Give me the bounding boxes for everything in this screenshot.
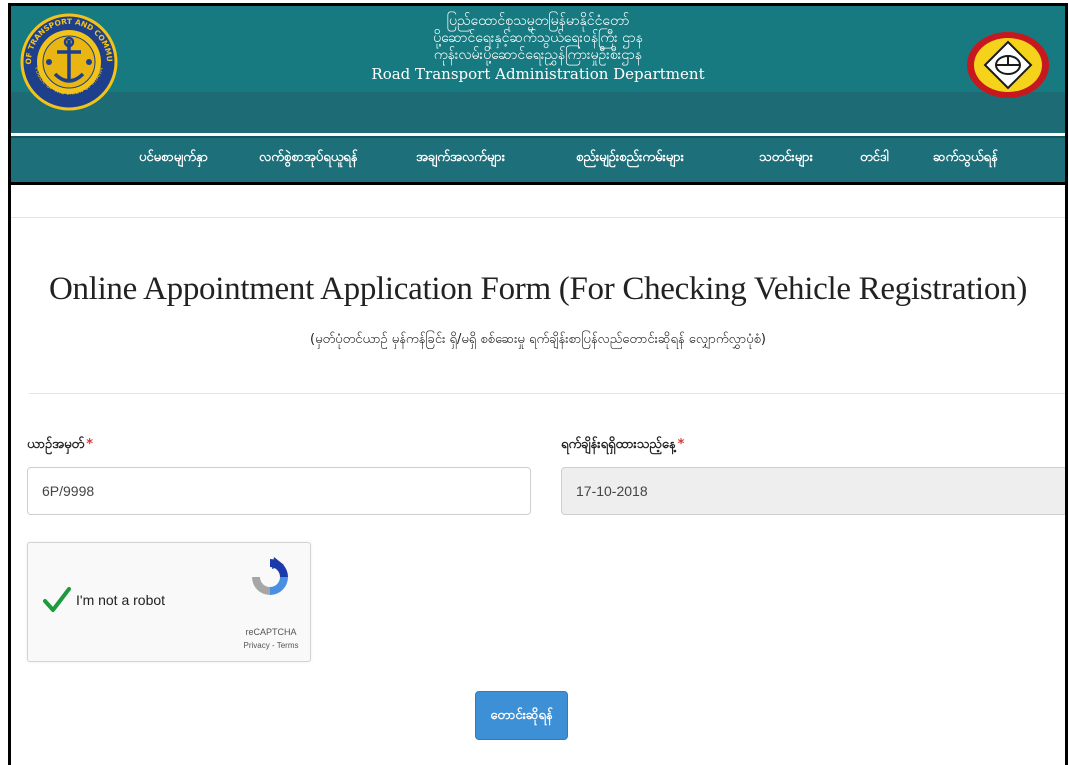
required-marker: *: [86, 437, 94, 452]
recaptcha-privacy-terms[interactable]: Privacy - Terms: [238, 641, 304, 650]
nav-item-contact[interactable]: ဆက်သွယ်ရန်: [933, 149, 998, 171]
appointment-date-label: ရက်ချိန်းရရှိထားသည့်နေ့ *: [561, 436, 684, 455]
header-title-line-2: ပို့ဆောင်ရေးနှင့်ဆက်သွယ်ရေးဝန်ကြီး ဌာန: [433, 30, 643, 46]
recaptcha-brand: reCAPTCHA: [245, 627, 297, 637]
appointment-date-label-text: ရက်ချိန်းရရှိထားသည့်နေ့: [561, 437, 676, 452]
required-marker: *: [677, 437, 685, 452]
header-banner: MINISTRY OF TRANSPORT AND COMMUNICATIONS…: [11, 6, 1065, 111]
header-titles: ပြည်ထောင်စုသမ္မတမြန်မာနိုင်ငံတော် ပို့ဆေ…: [211, 13, 865, 83]
form-divider: [29, 393, 1065, 394]
nav-item-tender[interactable]: တင်ဒါ: [860, 149, 889, 171]
site-header: MINISTRY OF TRANSPORT AND COMMUNICATIONS…: [11, 6, 1065, 133]
checkmark-icon[interactable]: [42, 585, 72, 615]
main-content: Online Appointment Application Form (For…: [11, 185, 1065, 765]
nav-item-handbook[interactable]: လက်စွဲစာအုပ်ရယူရန်: [259, 149, 358, 171]
nav-item-home[interactable]: ပင်မစာမျက်နှာ: [139, 149, 208, 171]
appointment-date-input: 17-10-2018: [561, 467, 1065, 515]
nav-item-news[interactable]: သတင်းများ: [759, 149, 813, 171]
form-title: Online Appointment Application Form (For…: [48, 271, 1028, 307]
recaptcha-label: I'm not a robot: [76, 592, 166, 608]
submit-request-button[interactable]: တောင်းဆိုရန်: [475, 691, 568, 740]
header-title-line-3: ကုန်းလမ်းပို့ဆောင်ရေးညွှန်ကြားမှုဦးစီးဌာ…: [433, 47, 643, 63]
recaptcha-logo-icon: [252, 557, 288, 595]
vehicle-number-label-text: ယာဉ်အမှတ်: [27, 437, 85, 452]
vehicle-number-input[interactable]: 6P/9998: [27, 467, 531, 515]
top-divider: [11, 217, 1065, 218]
header-title-english: Road Transport Administration Department: [371, 65, 705, 83]
main-nav: ပင်မစာမျက်နှာ လက်စွဲစာအုပ်ရယူရန် အချက်အလ…: [11, 136, 1065, 183]
vehicle-number-label: ယာဉ်အမှတ် *: [27, 436, 93, 455]
recaptcha-widget[interactable]: I'm not a robot reCAPTCHA Privacy - Term…: [27, 542, 311, 662]
steering-wheel-logo: [967, 32, 1049, 98]
form-subtitle: (မှတ်ပုံတင်ယာဉ် မှန်ကန်ခြင်း ရှိ/မရှိ စစ…: [310, 332, 766, 347]
page-frame: MINISTRY OF TRANSPORT AND COMMUNICATIONS…: [8, 3, 1068, 765]
header-title-line-1: ပြည်ထောင်စုသမ္မတမြန်မာနိုင်ငံတော်: [446, 13, 630, 29]
ministry-seal-logo: MINISTRY OF TRANSPORT AND COMMUNICATIONS…: [19, 12, 118, 111]
nav-item-information[interactable]: အချက်အလက်များ: [416, 149, 505, 171]
nav-item-rules[interactable]: စည်းမျဉ်းစည်းကမ်းများ: [576, 149, 684, 171]
